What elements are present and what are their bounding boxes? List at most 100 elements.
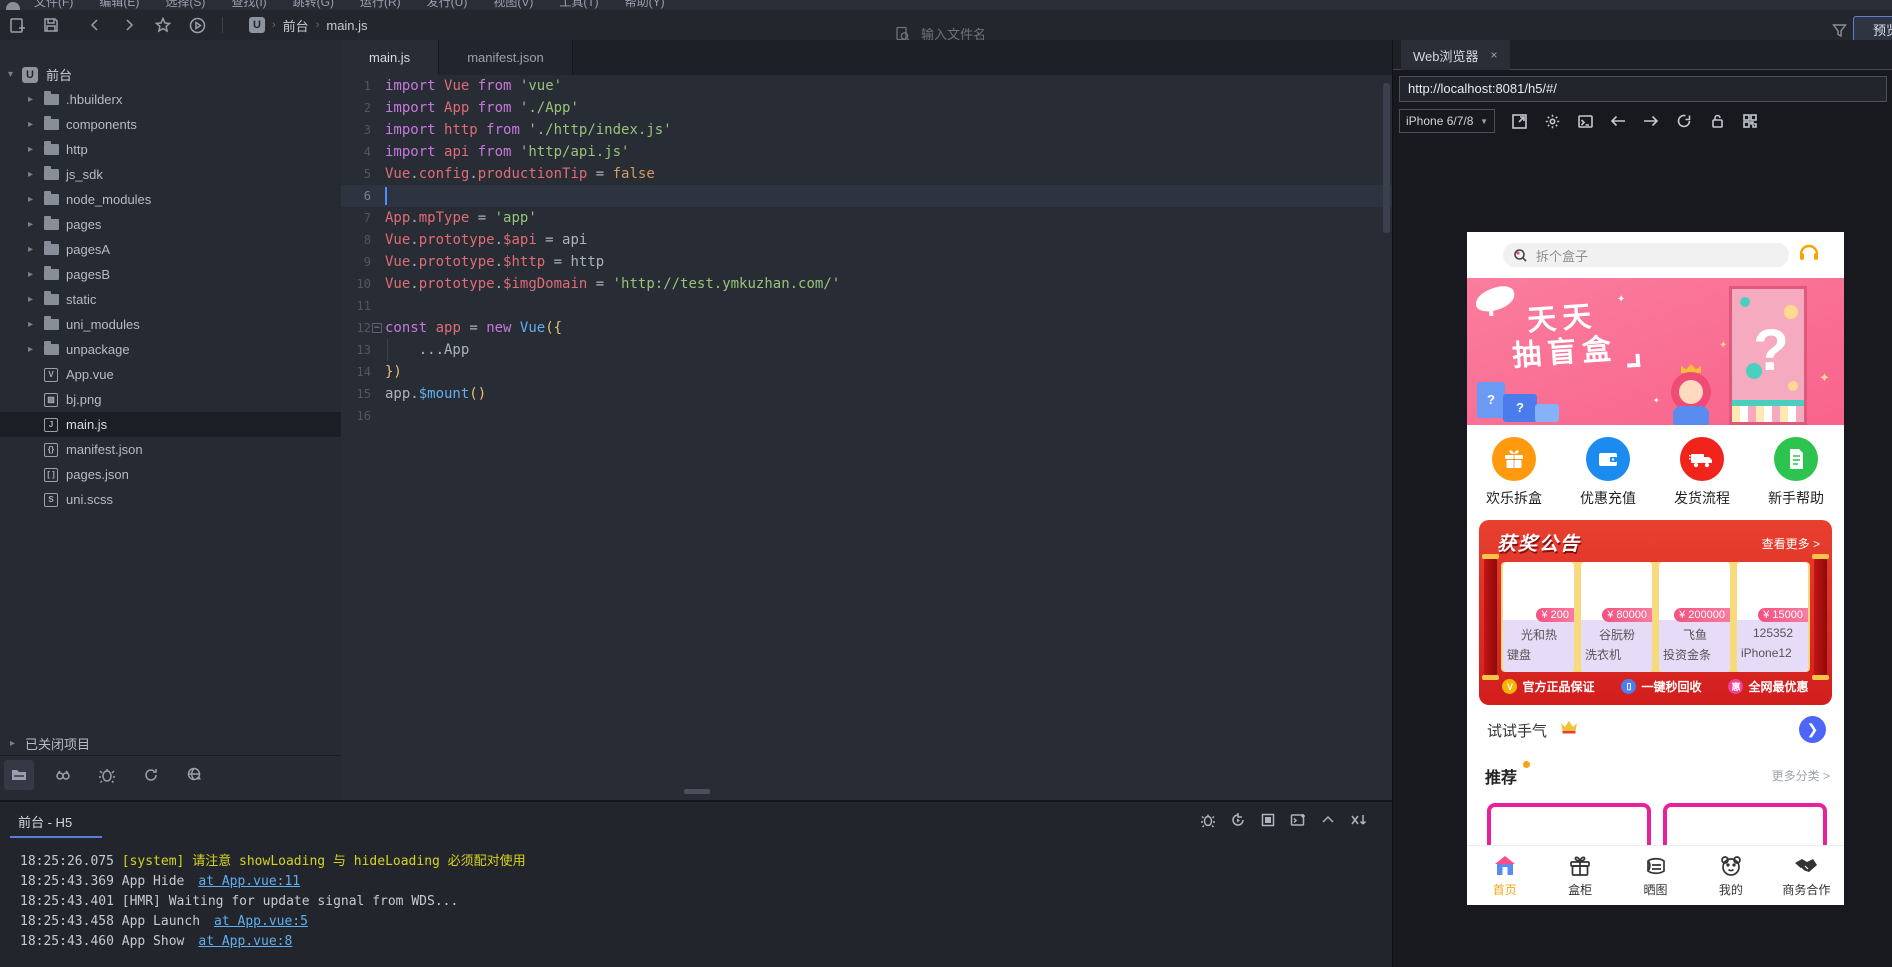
tree-item-components[interactable]: ▸ components	[0, 112, 341, 137]
code-line[interactable]: 4 import api from 'http/api.js'	[341, 141, 1392, 163]
shortcut-doc[interactable]: 新手帮助	[1749, 425, 1843, 517]
tree-item-unpackage[interactable]: ▸ unpackage	[0, 337, 341, 362]
code-line[interactable]: 9 Vue.prototype.$http = http	[341, 251, 1392, 273]
code-line[interactable]: 13 ...App	[341, 339, 1392, 361]
code-editor[interactable]: main.js manifest.json 1 import Vue from 'v…	[341, 40, 1392, 800]
tree-item-pagesB[interactable]: ▸ pagesB	[0, 262, 341, 287]
breadcrumb-project[interactable]: 前台	[283, 16, 309, 35]
code-line[interactable]: 2 import App from './App'	[341, 97, 1392, 119]
qr-code-icon[interactable]	[1740, 111, 1760, 131]
code-area[interactable]: 1 import Vue from 'vue' 2 import App from '…	[341, 75, 1392, 800]
log-source-link[interactable]: at App.vue:11	[198, 874, 300, 889]
preview-button[interactable]: 预览	[1853, 16, 1892, 42]
tree-item-manifestjson[interactable]: {} manifest.json	[0, 437, 341, 462]
promo-banner[interactable]: ✦ ✦ ✦ ✦ 天天 抽盲盒 ? ? ?	[1467, 278, 1844, 425]
code-line[interactable]: 6	[341, 185, 1392, 207]
editor-tab-main.js[interactable]: main.js	[341, 40, 440, 75]
menu-item[interactable]: 发行(U)	[427, 0, 468, 10]
tab-home[interactable]: 首页	[1467, 846, 1542, 905]
tab-box[interactable]: 盒柜	[1542, 846, 1617, 905]
web-tab-icon[interactable]	[180, 760, 210, 790]
tab-bear[interactable]: 我的	[1693, 846, 1768, 905]
tree-item-unimodules[interactable]: ▸ uni_modules	[0, 312, 341, 337]
menu-item[interactable]: 帮助(Y)	[625, 0, 665, 10]
editor-tab-manifest.json[interactable]: manifest.json	[439, 40, 573, 75]
tree-item-Appvue[interactable]: V App.vue	[0, 362, 341, 387]
devtools-console-icon[interactable]	[1575, 111, 1595, 131]
code-line[interactable]: 16	[341, 405, 1392, 427]
code-line[interactable]: 14})	[341, 361, 1392, 383]
shortcut-truck[interactable]: 发货流程	[1655, 425, 1749, 517]
more-categories-link[interactable]: 更多分类 >	[1772, 767, 1830, 784]
log-source-link[interactable]: at App.vue:5	[214, 914, 308, 929]
stop-icon[interactable]	[1260, 812, 1276, 833]
code-line[interactable]: 10 Vue.prototype.$imgDomain = 'http://tes…	[341, 273, 1392, 295]
bookmark-star-button[interactable]	[146, 12, 180, 38]
prize-card[interactable]: ¥ 200000 飞鱼 投资金条	[1659, 562, 1730, 672]
prize-card[interactable]: ¥ 80000 谷朊粉 洗衣机	[1581, 562, 1652, 672]
tree-item-bjpng[interactable]: ▨ bj.png	[0, 387, 341, 412]
files-tab-icon[interactable]	[4, 759, 34, 790]
tree-item-nodemodules[interactable]: ▸ node_modules	[0, 187, 341, 212]
browser-tab[interactable]: Web浏览器 ×	[1401, 40, 1510, 70]
go-arrow-button[interactable]: ❯	[1799, 716, 1826, 743]
tree-item-pages[interactable]: ▸ pages	[0, 212, 341, 237]
menu-item[interactable]: 编辑(E)	[99, 0, 139, 10]
code-line[interactable]: 15 app.$mount()	[341, 383, 1392, 405]
tree-item-hbuilderx[interactable]: ▸ .hbuilderx	[0, 87, 341, 112]
menu-item[interactable]: 视图(V)	[493, 0, 533, 10]
settings-gear-icon[interactable]	[1542, 111, 1562, 131]
restart-icon[interactable]	[1230, 812, 1246, 833]
collapse-up-icon[interactable]	[1320, 812, 1336, 833]
code-line[interactable]: 5 Vue.config.productionTip = false	[341, 163, 1392, 185]
device-select[interactable]: iPhone 6/7/8 ▼	[1399, 109, 1495, 133]
menu-item[interactable]: 选择(S)	[165, 0, 205, 10]
shortcut-wallet[interactable]: 优惠充值	[1561, 425, 1655, 517]
run-button[interactable]	[180, 12, 214, 38]
tree-item-pagesjson[interactable]: [ ] pages.json	[0, 462, 341, 487]
search-tab-icon[interactable]	[48, 760, 78, 790]
debug-tab-icon[interactable]	[92, 760, 122, 790]
code-line[interactable]: 3 import http from './http/index.js'	[341, 119, 1392, 141]
lock-icon[interactable]	[1707, 111, 1727, 131]
new-file-button[interactable]	[0, 12, 34, 38]
log-source-link[interactable]: at App.vue:8	[198, 934, 292, 949]
h5-preview-viewport[interactable]: 拆个盒子 ✦ ✦ ✦ ✦ 天天 抽盲盒 ? ? ? 欢乐拆盒 优惠充值 发货流程…	[1467, 232, 1844, 905]
panel-splitter-handle[interactable]	[684, 789, 710, 794]
url-input[interactable]: http://localhost:8081/h5/#/	[1399, 76, 1887, 102]
menu-item[interactable]: 文件(F)	[34, 0, 73, 10]
nav-forward-icon[interactable]	[1641, 111, 1661, 131]
tree-item-pagesA[interactable]: ▸ pagesA	[0, 237, 341, 262]
code-line[interactable]: 7 App.mpType = 'app'	[341, 207, 1392, 229]
clear-log-icon[interactable]	[1350, 812, 1368, 833]
prize-card[interactable]: ¥ 200 光和热 键盘	[1503, 562, 1574, 672]
sync-tab-icon[interactable]	[136, 760, 166, 790]
breadcrumb-file[interactable]: main.js	[326, 18, 367, 33]
menu-item[interactable]: 跳转(G)	[293, 0, 334, 10]
nav-back-icon[interactable]	[1608, 111, 1628, 131]
save-button[interactable]	[34, 12, 68, 38]
customer-service-icon[interactable]	[1797, 241, 1821, 270]
debug-icon[interactable]	[1200, 812, 1216, 833]
code-line[interactable]: 11	[341, 295, 1392, 317]
tree-item-http[interactable]: ▸ http	[0, 137, 341, 162]
editor-scrollbar[interactable]	[1383, 83, 1390, 233]
fold-icon[interactable]: −	[372, 323, 382, 333]
open-external-icon[interactable]	[1509, 111, 1529, 131]
tab-photo[interactable]: 晒图	[1618, 846, 1693, 905]
refresh-icon[interactable]	[1674, 111, 1694, 131]
close-icon[interactable]: ×	[1491, 48, 1498, 62]
tab-hands[interactable]: 商务合作	[1769, 846, 1844, 905]
shortcut-gift[interactable]: 欢乐拆盒	[1467, 425, 1561, 517]
code-line[interactable]: 1 import Vue from 'vue'	[341, 75, 1392, 97]
tree-root-project[interactable]: ▾ U 前台	[0, 62, 341, 87]
back-button[interactable]	[78, 12, 112, 38]
code-line[interactable]: 8 Vue.prototype.$api = api	[341, 229, 1392, 251]
tree-item-static[interactable]: ▸ static	[0, 287, 341, 312]
closed-projects-section[interactable]: ▸ 已关闭项目	[0, 731, 341, 756]
tree-item-jssdk[interactable]: ▸ js_sdk	[0, 162, 341, 187]
tree-item-mainjs[interactable]: Jmain.js	[0, 412, 341, 437]
app-search-bar[interactable]: 拆个盒子	[1503, 243, 1789, 267]
tree-item-uniscss[interactable]: Suni.scss	[0, 487, 341, 512]
prize-card[interactable]: ¥ 15000 125352 iPhone12	[1737, 562, 1808, 672]
